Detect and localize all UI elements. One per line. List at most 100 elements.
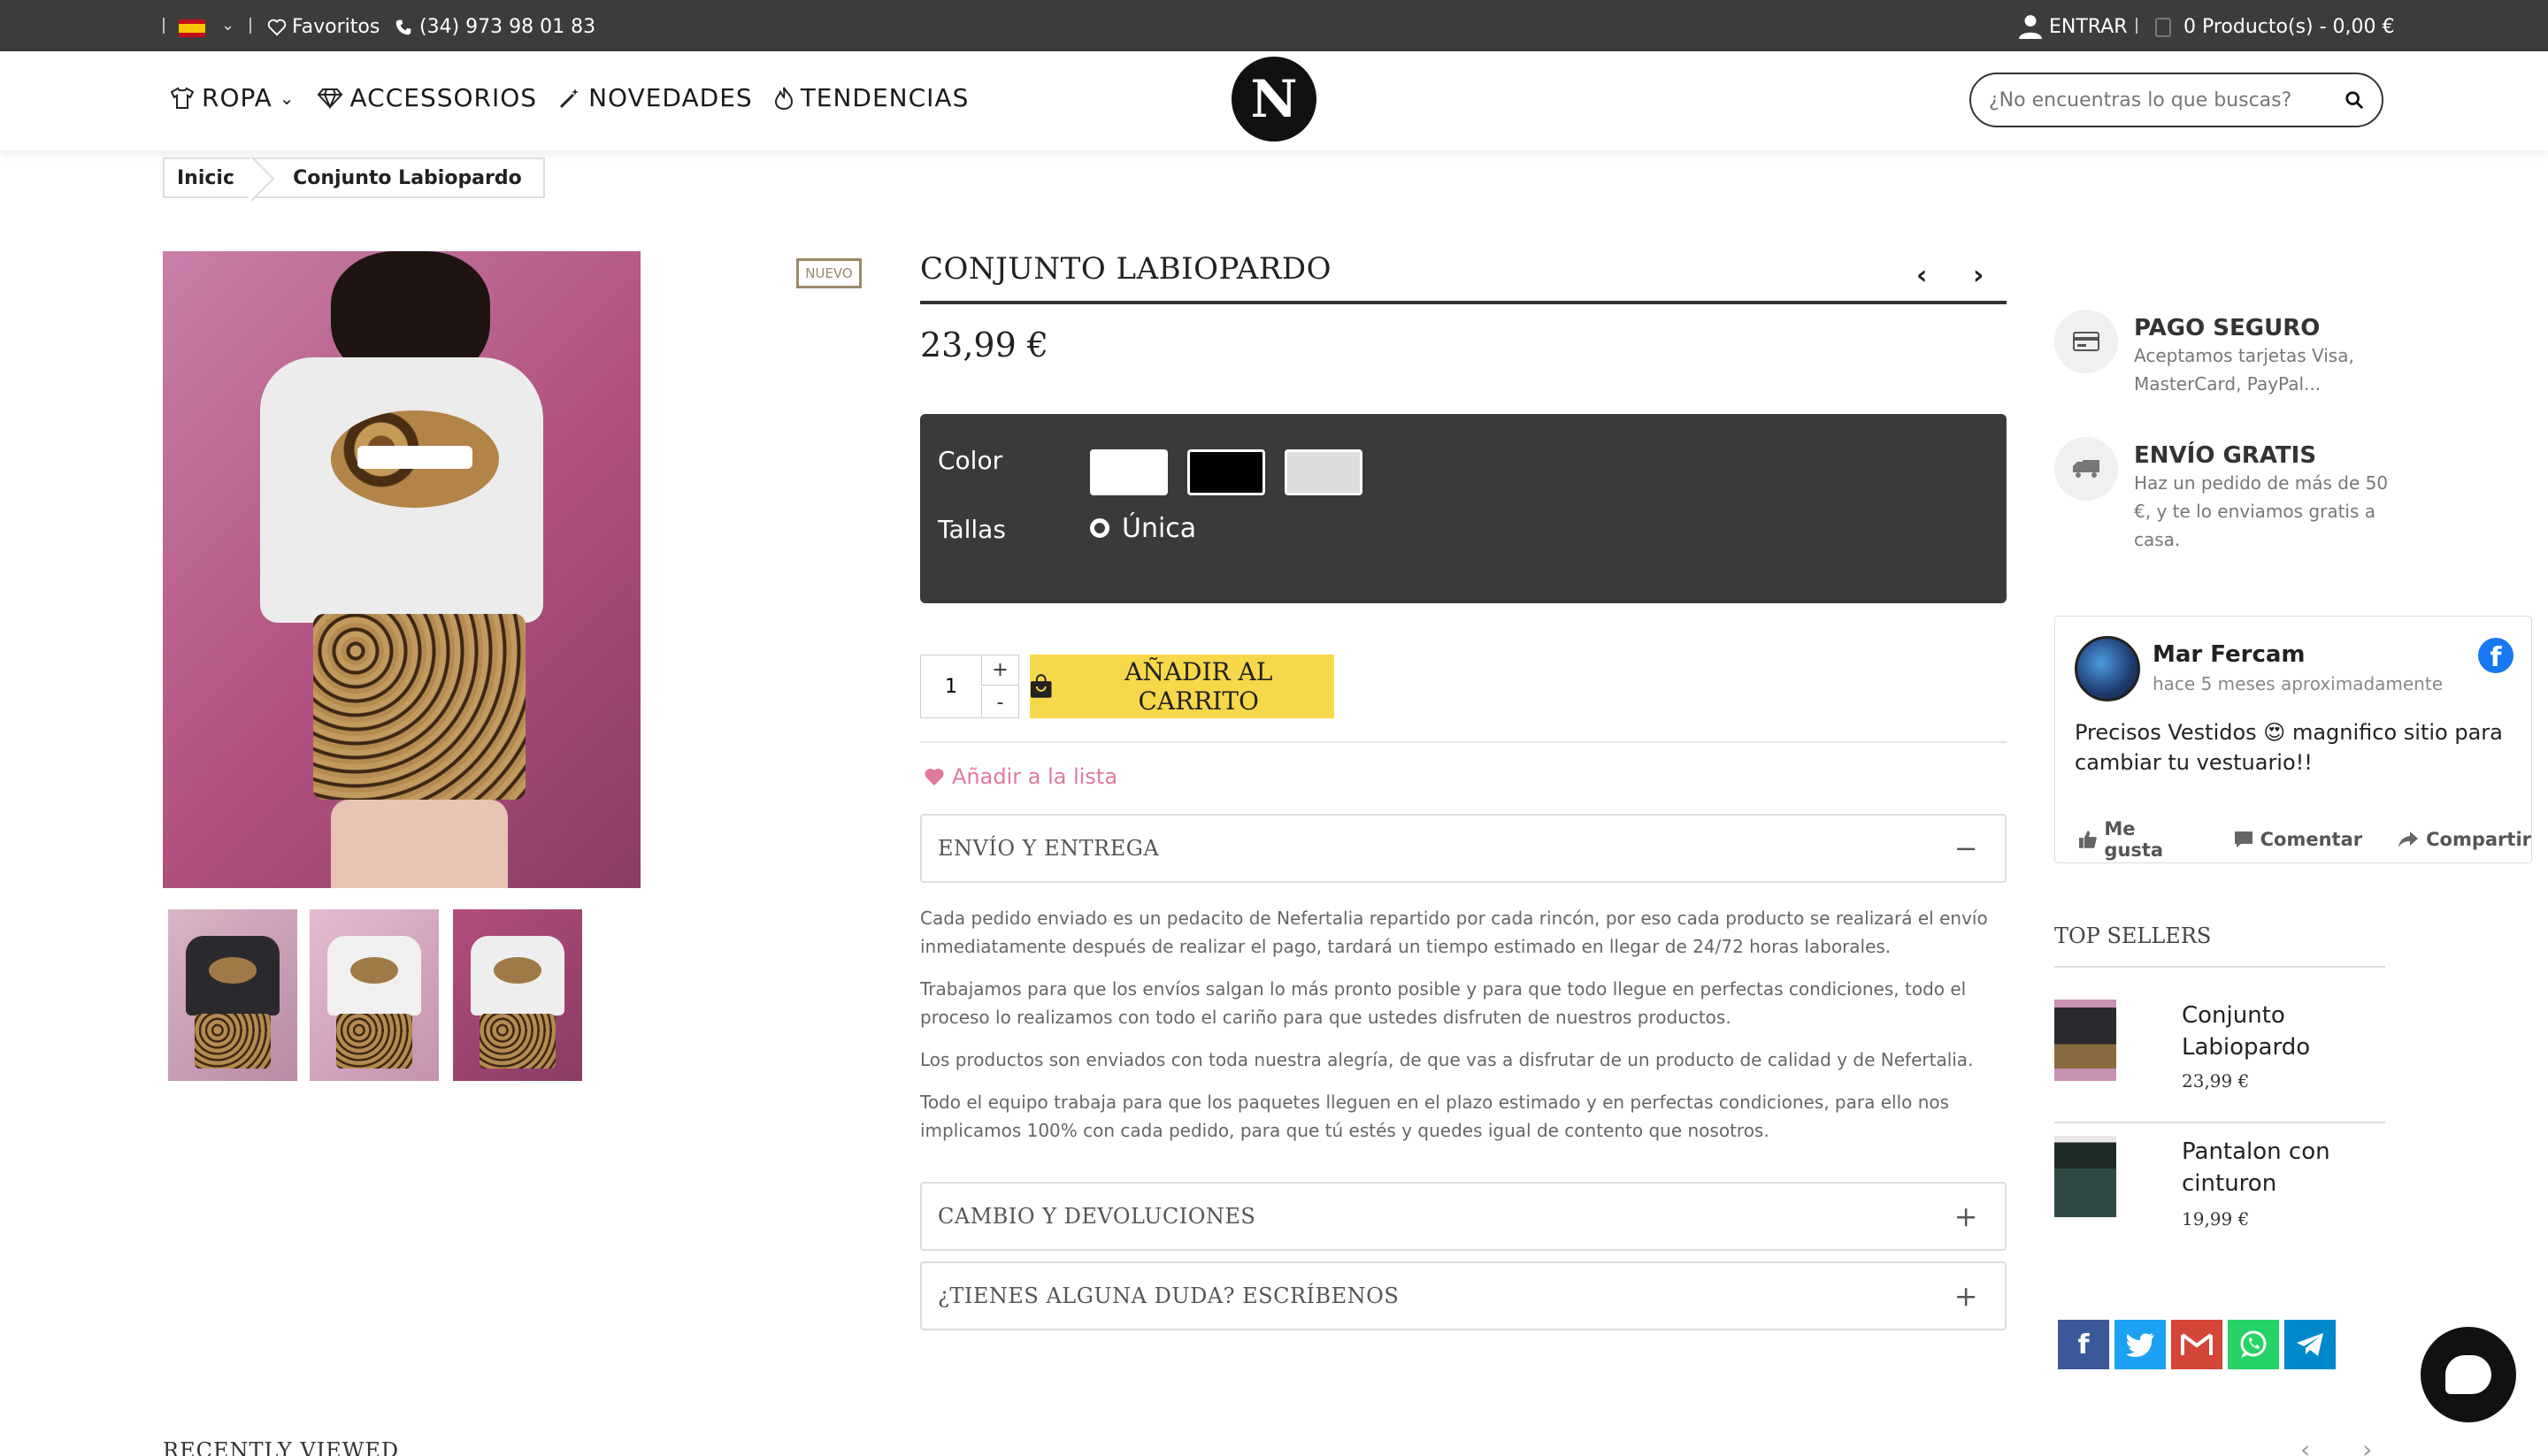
add-to-cart-label: AÑADIR AL CARRITO (1124, 657, 1273, 716)
store-logo[interactable]: N (1232, 57, 1316, 142)
quantity-input[interactable] (921, 655, 981, 717)
accordion-questions[interactable]: ¿TIENES ALGUNA DUDA? ESCRÍBENOS + (920, 1261, 2007, 1330)
chat-widget-button[interactable] (2421, 1327, 2516, 1422)
chevron-down-icon: ⌄ (279, 87, 295, 109)
recently-viewed-title: RECENTLY VIEWED (163, 1438, 400, 1456)
share-gmail-button[interactable] (2171, 1320, 2222, 1369)
increment-button[interactable]: + (981, 655, 1018, 686)
image-detail (195, 1014, 271, 1069)
carousel-arrows: ‹ › (2300, 1435, 2372, 1456)
top-seller-price: 19,99 € (2182, 1208, 2250, 1230)
breadcrumb-label: Conjunto Labiopardo (293, 166, 522, 189)
cart-link[interactable]: 0 Producto(s) - 0,00 € (2155, 16, 2395, 38)
divider (2054, 1122, 2385, 1123)
decrement-button[interactable]: - (981, 687, 1018, 717)
login-link[interactable]: ENTRAR (2019, 14, 2128, 39)
phone-link[interactable]: (34) 973 98 01 83 (395, 16, 595, 38)
breadcrumb-label: Inicio (177, 166, 237, 189)
minus-icon: − (1953, 831, 1978, 865)
accordion-returns[interactable]: CAMBIO Y DEVOLUCIONES + (920, 1182, 2007, 1251)
top-seller-name[interactable]: Conjunto Labiopardo (2182, 1000, 2376, 1063)
top-seller-price: 23,99 € (2182, 1070, 2250, 1092)
next-product-icon[interactable]: › (1973, 260, 1984, 291)
share-whatsapp-button[interactable] (2228, 1320, 2279, 1369)
top-seller-name[interactable]: Pantalon con cinturon (2182, 1136, 2376, 1199)
feature-free-shipping: ENVÍO GRATIS Haz un pedido de más de 50 … (2054, 437, 2391, 554)
color-swatch-grey[interactable] (1285, 449, 1362, 495)
product-thumbnail[interactable] (453, 909, 582, 1081)
review-time: hace 5 meses aproximadamente (2153, 673, 2444, 694)
nav-label: ACCESSORIOS (349, 83, 538, 112)
plus-icon: + (1953, 1199, 1978, 1233)
color-swatch-white[interactable] (1090, 449, 1168, 495)
facebook-review-card: Mar Fercam hace 5 meses aproximadamente … (2054, 616, 2532, 863)
top-seller-item[interactable]: Conjunto Labiopardo 23,99 € (2054, 1000, 2385, 1097)
top-bar: ⌄ Favoritos (34) 973 98 01 83 ENTRAR 0 P… (0, 0, 2548, 51)
favorites-label: Favoritos (292, 16, 380, 38)
search-input[interactable] (1989, 88, 2343, 111)
share-twitter-button[interactable] (2114, 1320, 2166, 1369)
share-button[interactable]: Compartir (2398, 818, 2531, 861)
top-seller-item[interactable]: Pantalon con cinturon 19,99 € (2054, 1136, 2385, 1233)
divider (920, 741, 2007, 743)
reviewer-name[interactable]: Mar Fercam (2153, 641, 2306, 668)
image-detail (209, 957, 257, 984)
feature-description: Haz un pedido de más de 50 €, y te lo en… (2134, 472, 2389, 550)
chat-bubble-icon (2445, 1355, 2491, 1394)
comment-label: Comentar (2260, 829, 2363, 850)
heart-icon (925, 768, 944, 785)
product-thumbnail[interactable] (310, 909, 439, 1081)
color-swatch-black[interactable] (1187, 449, 1265, 495)
shopping-bag-icon (2155, 17, 2171, 37)
previous-product-icon[interactable]: ‹ (1916, 260, 1927, 291)
search-icon[interactable] (2345, 90, 2364, 110)
avatar[interactable] (2075, 636, 2140, 701)
add-to-cart-button[interactable]: AÑADIR AL CARRITO (1030, 655, 1334, 718)
shirt-icon (170, 87, 195, 109)
product-thumbnail[interactable] (168, 909, 297, 1081)
nav-label: ROPA (202, 83, 272, 112)
credit-card-icon (2054, 310, 2118, 373)
breadcrumb-home[interactable]: Inicio (165, 159, 257, 196)
comment-button[interactable]: Comentar (2234, 818, 2362, 861)
chevron-down-icon[interactable]: ⌄ (221, 16, 234, 34)
review-actions: Me gusta Comentar Compartir (2078, 818, 2531, 861)
phone-number: (34) 973 98 01 83 (419, 16, 596, 38)
nav-item-tendencias[interactable]: TENDENCIAS (774, 83, 970, 112)
title-divider (920, 301, 2007, 304)
wishlist-label: Añadir a la lista (952, 764, 1118, 789)
nav-label: NOVEDADES (588, 83, 753, 112)
size-option-label: Única (1122, 513, 1197, 544)
product-title: CONJUNTO LABIOPARDO (920, 251, 1332, 287)
chevron-right-icon[interactable]: › (2362, 1435, 2372, 1456)
nav-item-ropa[interactable]: ROPA ⌄ (170, 83, 295, 112)
top-seller-image[interactable] (2054, 1136, 2116, 1217)
login-label: ENTRAR (2049, 15, 2128, 38)
nav-item-accesorios[interactable]: ACCESSORIOS (317, 83, 538, 112)
quantity-stepper: + - (920, 655, 1019, 718)
plus-icon: + (1953, 1279, 1978, 1313)
image-detail (494, 957, 541, 984)
product-main-image[interactable] (163, 251, 641, 888)
feature-secure-payment: PAGO SEGURO Aceptamos tarjetas Visa, Mas… (2054, 310, 2391, 398)
like-button[interactable]: Me gusta (2078, 818, 2199, 861)
image-detail (313, 614, 526, 800)
feature-title: PAGO SEGURO (2134, 315, 2321, 341)
add-to-wishlist-link[interactable]: Añadir a la lista (924, 764, 1117, 789)
review-message: Precisos Vestidos 😍 magnifico sitio para… (2075, 720, 2503, 775)
nav-item-novedades[interactable]: NOVEDADES (558, 83, 753, 112)
breadcrumb-current: Conjunto Labiopardo (257, 159, 543, 196)
share-facebook-button[interactable]: f (2058, 1320, 2109, 1369)
top-seller-image[interactable] (2054, 1000, 2116, 1081)
heart-outline-icon (267, 19, 287, 35)
favorites-link[interactable]: Favoritos (267, 16, 380, 38)
chevron-left-icon[interactable]: ‹ (2300, 1435, 2310, 1456)
share-telegram-button[interactable] (2284, 1320, 2336, 1369)
facebook-icon[interactable]: f (2478, 638, 2513, 673)
image-detail (357, 446, 472, 469)
size-radio-unica[interactable] (1090, 518, 1109, 538)
shipping-paragraph: Cada pedido enviado es un pedacito de Ne… (920, 908, 1988, 957)
spain-flag-icon[interactable] (179, 19, 205, 37)
accordion-shipping[interactable]: ENVÍO Y ENTREGA − (920, 814, 2007, 883)
divider (2136, 18, 2137, 34)
